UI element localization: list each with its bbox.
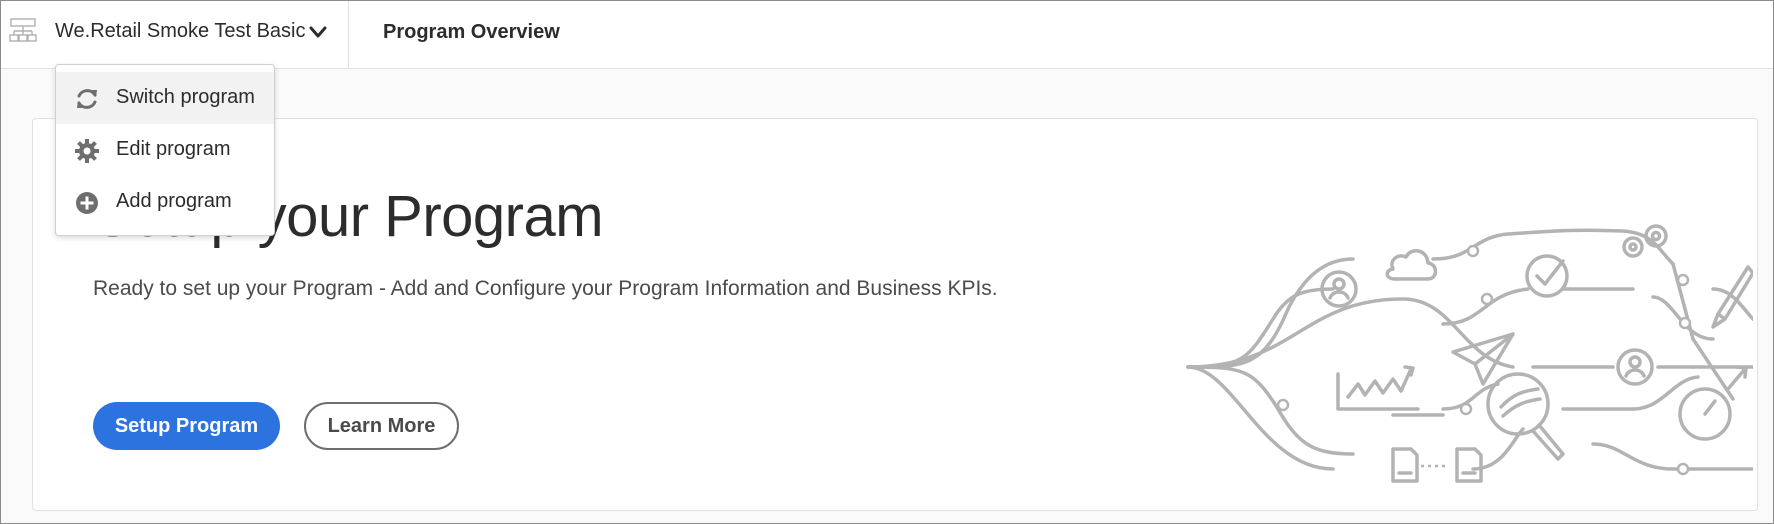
refresh-icon xyxy=(77,89,97,109)
add-circle-icon xyxy=(76,192,98,214)
header-divider xyxy=(348,1,349,68)
setup-card: Setup your Program Ready to set up your … xyxy=(32,118,1758,511)
learn-more-button[interactable]: Learn More xyxy=(304,402,459,450)
top-bar: We.Retail Smoke Test Basic Program Overv… xyxy=(1,1,1773,69)
program-name[interactable]: We.Retail Smoke Test Basic xyxy=(55,20,305,43)
program-structure-icon xyxy=(9,18,37,42)
menu-item-label: Switch program xyxy=(116,86,255,108)
app-frame: We.Retail Smoke Test Basic Program Overv… xyxy=(0,0,1774,524)
menu-item-label: Edit program xyxy=(116,138,231,160)
program-menu: Switch program Edit program Add program xyxy=(55,64,275,236)
hero-description: Ready to set up your Program - Add and C… xyxy=(93,277,998,300)
menu-item-switch-program[interactable]: Switch program xyxy=(56,72,274,124)
workflow-illustration xyxy=(1186,224,1753,483)
setup-program-button[interactable]: Setup Program xyxy=(93,402,280,450)
gear-icon xyxy=(75,139,99,163)
menu-item-add-program[interactable]: Add program xyxy=(56,176,274,228)
menu-item-edit-program[interactable]: Edit program xyxy=(56,124,274,176)
menu-item-label: Add program xyxy=(116,190,232,212)
page-title: Program Overview xyxy=(383,21,560,43)
chevron-down-icon[interactable] xyxy=(307,21,329,43)
